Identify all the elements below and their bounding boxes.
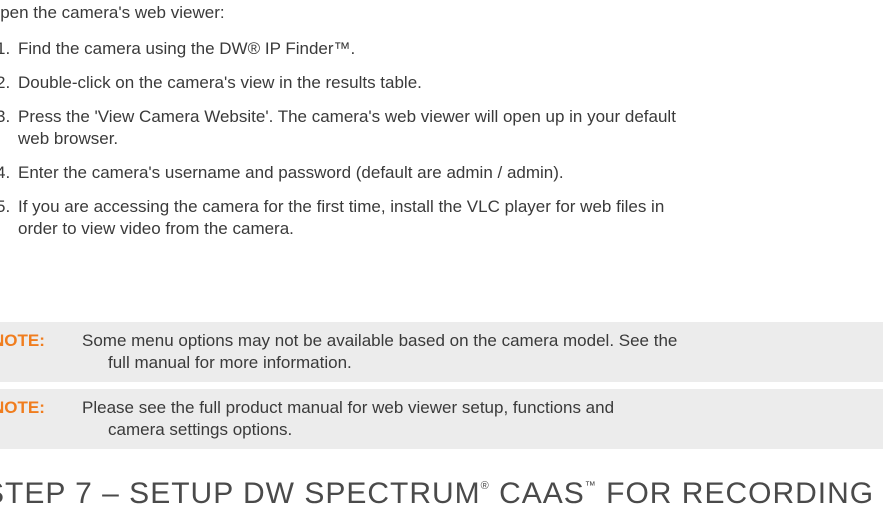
registered-mark: ®	[480, 480, 490, 492]
step-number: 4.	[0, 163, 11, 182]
step-text: order to view video from the camera.	[18, 219, 294, 238]
note-label: NOTE:	[0, 331, 45, 350]
note-box: NOTE: Some menu options may not be avail…	[0, 322, 883, 382]
intro-text: Open the camera's web viewer:	[0, 3, 225, 22]
step-text: If you are accessing the camera for the …	[18, 197, 665, 216]
heading-suffix: FOR RECORDING	[596, 477, 875, 510]
note-text: Please see the full product manual for w…	[82, 398, 615, 417]
step-number: 1.	[0, 39, 11, 58]
step-text: Enter the camera's username and password…	[18, 163, 564, 182]
note-text: camera settings options.	[108, 420, 293, 439]
trademark-mark: ™	[584, 480, 597, 492]
step-text: web browser.	[18, 129, 119, 148]
heading-middle: CAAS	[489, 477, 585, 510]
list-item: 1. Find the camera using the DW® IP Find…	[0, 38, 883, 60]
list-item: 4. Enter the camera's username and passw…	[0, 162, 883, 184]
step-number: 3.	[0, 107, 11, 126]
list-item: 2. Double-click on the camera's view in …	[0, 72, 883, 94]
step-text: Double-click on the camera's view in the…	[18, 73, 422, 92]
step-text: Find the camera using the DW® IP Finder™…	[18, 39, 356, 58]
heading-prefix: STEP 7 – SETUP DW SPECTRUM	[0, 477, 481, 510]
list-item: 3. Press the 'View Camera Website'. The …	[0, 106, 883, 150]
step-number: 5.	[0, 197, 11, 216]
list-item: 5. If you are accessing the camera for t…	[0, 196, 883, 240]
section-heading: STEP 7 – SETUP DW SPECTRUM® CAAS™ FOR RE…	[0, 468, 874, 512]
note-label: NOTE:	[0, 398, 45, 417]
note-text: Some menu options may not be available b…	[82, 331, 678, 350]
step-text: Press the 'View Camera Website'. The cam…	[18, 107, 676, 126]
step-number: 2.	[0, 73, 11, 92]
steps-list: 1. Find the camera using the DW® IP Find…	[0, 38, 883, 252]
note-box: NOTE: Please see the full product manual…	[0, 389, 883, 449]
note-text: full manual for more information.	[108, 353, 352, 372]
